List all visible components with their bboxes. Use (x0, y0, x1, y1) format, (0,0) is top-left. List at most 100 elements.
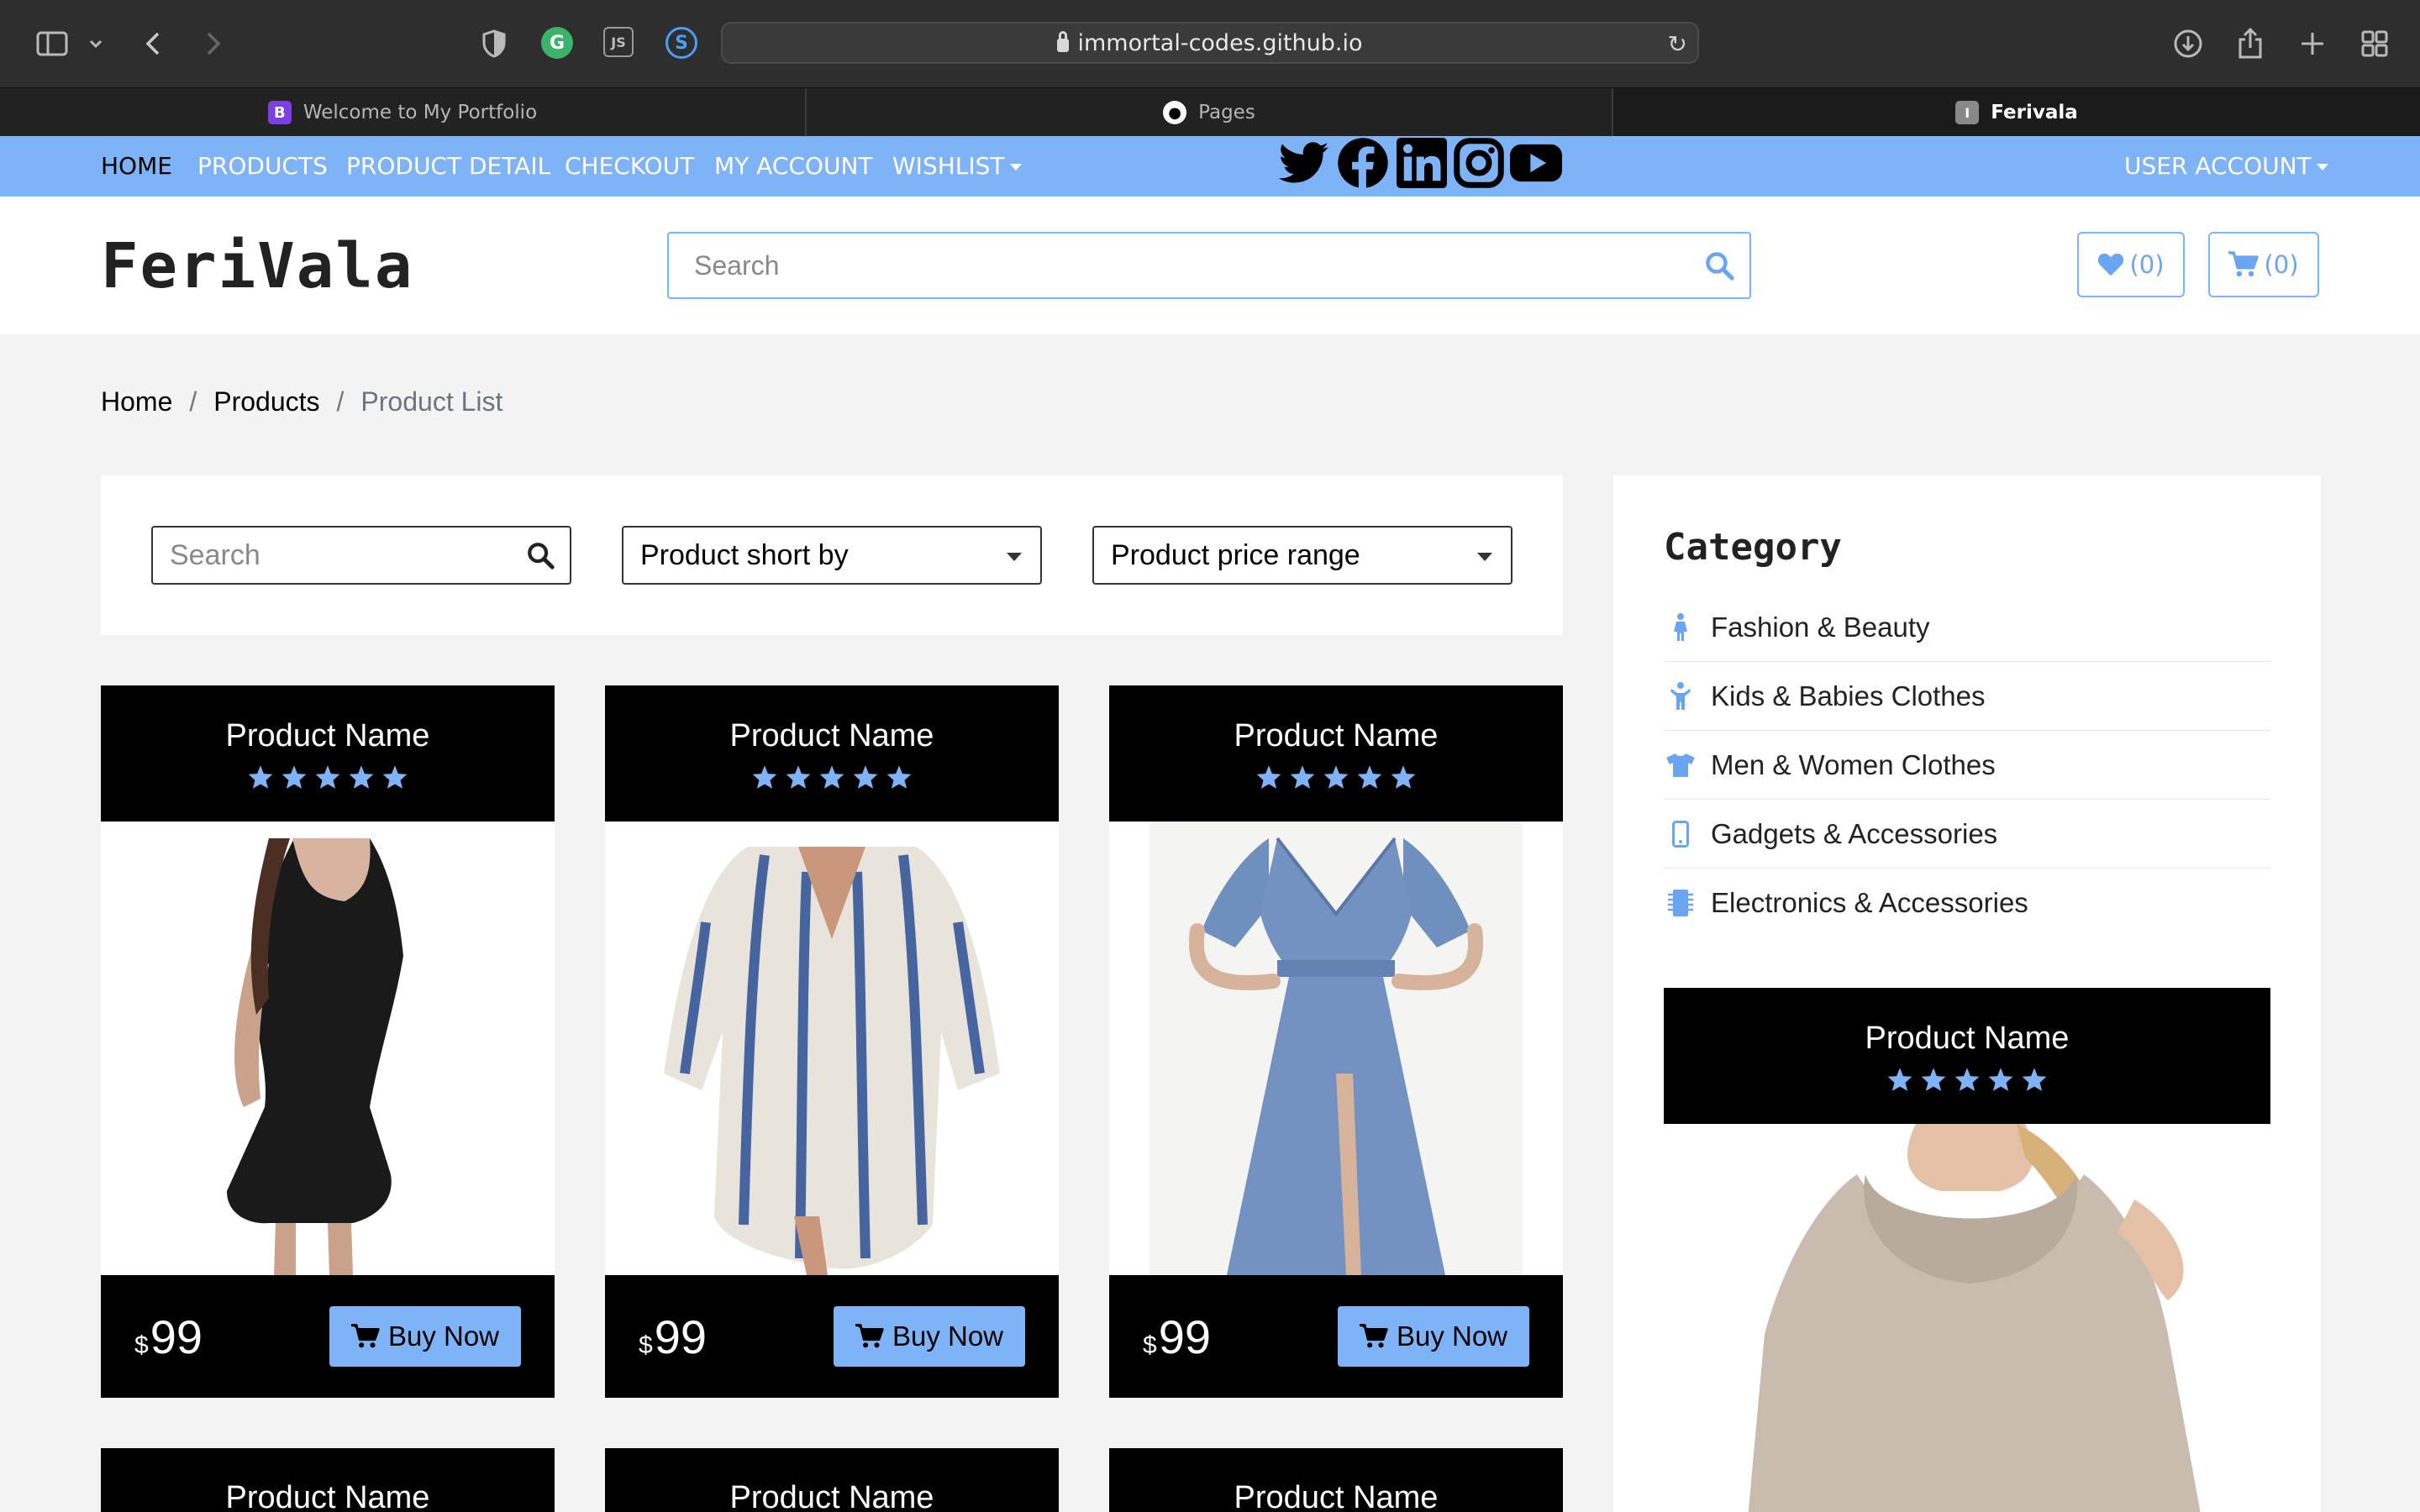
product-search-box[interactable]: Search (151, 526, 571, 585)
nav-product-detail[interactable]: PRODUCT DETAIL (346, 136, 550, 197)
caret-down-icon (1477, 553, 1492, 561)
product-name[interactable]: Product Name (1865, 1021, 2070, 1057)
js-icon[interactable]: JS (603, 27, 634, 57)
nav-user-account[interactable]: USER ACCOUNT (2124, 136, 2328, 197)
star-icon (886, 764, 912, 789)
tab-portfolio[interactable]: B Welcome to My Portfolio (0, 88, 807, 137)
product-card: Product Name (1109, 1448, 1563, 1512)
lock-icon (1057, 31, 1070, 52)
url-text: immortal-codes.github.io (1077, 29, 1363, 56)
tab-overview-icon[interactable] (2356, 25, 2393, 62)
category-title: Category (1664, 526, 1842, 569)
forward-icon[interactable] (195, 25, 232, 62)
download-icon[interactable] (2170, 25, 2207, 62)
grammarly-icon[interactable]: G (541, 27, 573, 59)
price-range-select[interactable]: Product price range (1092, 526, 1512, 585)
product-card-footer: $99 Buy Now (605, 1275, 1059, 1398)
buy-now-button[interactable]: Buy Now (834, 1306, 1025, 1367)
nav-home[interactable]: HOME (101, 136, 172, 197)
product-name[interactable]: Product Name (730, 1480, 934, 1512)
product-name[interactable]: Product Name (226, 718, 430, 754)
main-search-input[interactable] (669, 234, 1660, 297)
product-image[interactable] (1109, 822, 1563, 1275)
buy-now-label: Buy Now (1396, 1320, 1508, 1352)
product-image[interactable] (101, 822, 555, 1275)
linkedin-icon[interactable] (1395, 134, 1449, 192)
star-icon (315, 764, 340, 789)
instagram-icon[interactable] (1452, 134, 1506, 192)
breadcrumb-current: Product List (360, 386, 503, 417)
star-icon (382, 764, 408, 789)
product-name[interactable]: Product Name (1234, 718, 1439, 754)
caret-down-icon (2316, 164, 2328, 171)
back-icon[interactable] (134, 25, 171, 62)
category-label: Gadgets & Accessories (1711, 817, 1998, 849)
wishlist-button[interactable]: (0) (2077, 232, 2185, 297)
buy-now-button[interactable]: Buy Now (1338, 1306, 1529, 1367)
reload-icon[interactable]: ↻ (1668, 30, 1687, 58)
tab-pages[interactable]: ● Pages (807, 88, 1613, 137)
twitter-icon[interactable] (1277, 134, 1331, 192)
star-rating (1886, 1067, 2048, 1092)
featured-product-card: Product Name (1664, 988, 2270, 1512)
buy-now-label: Buy Now (892, 1320, 1004, 1352)
nav-wishlist[interactable]: WISHLIST (892, 136, 1022, 197)
facebook-icon[interactable] (1336, 134, 1390, 192)
sort-select[interactable]: Product short by (622, 526, 1042, 585)
product-image[interactable] (605, 822, 1059, 1275)
star-icon (1290, 764, 1315, 789)
category-label: Fashion & Beauty (1711, 611, 1930, 643)
category-electronics[interactable]: Electronics & Accessories (1664, 869, 2270, 937)
currency-symbol: $ (134, 1331, 149, 1359)
tab-bar: B Welcome to My Portfolio ● Pages I Feri… (0, 87, 2420, 137)
star-icon (1256, 764, 1281, 789)
star-icon (786, 764, 811, 789)
star-icon (281, 764, 307, 789)
category-gadgets[interactable]: Gadgets & Accessories (1664, 800, 2270, 869)
category-label: Kids & Babies Clothes (1711, 680, 1986, 711)
tab-ferivala[interactable]: I Ferivala (1613, 88, 2420, 137)
site-logo[interactable]: FeriVala (101, 230, 413, 302)
product-card-header: Product Name (1109, 685, 1563, 822)
star-rating (751, 764, 913, 790)
price-value: 99 (1158, 1310, 1211, 1363)
shield-icon[interactable] (476, 25, 513, 62)
category-kids-babies[interactable]: Kids & Babies Clothes (1664, 662, 2270, 731)
search-icon[interactable] (1704, 250, 1734, 284)
category-label: Men & Women Clothes (1711, 748, 1996, 780)
nav-products[interactable]: PRODUCTS (197, 136, 328, 197)
product-name[interactable]: Product Name (226, 1480, 430, 1512)
nav-my-account[interactable]: MY ACCOUNT (714, 136, 873, 197)
site-header: FeriVala (0) (0) (0, 197, 2420, 334)
product-name[interactable]: Product Name (1234, 1480, 1439, 1512)
category-men-women[interactable]: Men & Women Clothes (1664, 731, 2270, 800)
search-icon[interactable] (526, 541, 555, 577)
star-icon (1988, 1067, 2013, 1091)
new-tab-icon[interactable] (2294, 25, 2331, 62)
product-price: $99 (1143, 1310, 1211, 1364)
product-image[interactable] (1664, 1124, 2270, 1512)
youtube-icon[interactable] (1509, 134, 1563, 192)
s-icon[interactable]: S (666, 27, 697, 59)
browser-toolbar: G JS S immortal-codes.github.io ↻ (0, 0, 2420, 87)
product-card: Product Name $99 Buy Now (605, 685, 1059, 1398)
star-icon (752, 764, 777, 789)
product-search-placeholder: Search (170, 538, 260, 571)
cart-icon (1359, 1324, 1388, 1348)
star-icon (1921, 1067, 1946, 1091)
sidebar-toggle-icon[interactable] (34, 25, 71, 62)
breadcrumb-products[interactable]: Products (213, 386, 319, 417)
nav-checkout[interactable]: CHECKOUT (565, 136, 694, 197)
product-name[interactable]: Product Name (730, 718, 934, 754)
star-icon (2022, 1067, 2047, 1091)
category-fashion-beauty[interactable]: Fashion & Beauty (1664, 593, 2270, 662)
tshirt-icon (1664, 753, 1697, 778)
star-icon (1887, 1067, 1912, 1091)
share-icon[interactable] (2232, 25, 2269, 62)
address-bar[interactable]: immortal-codes.github.io ↻ (721, 22, 1699, 64)
breadcrumb: Home / Products / Product List (101, 386, 502, 417)
cart-button[interactable]: (0) (2208, 232, 2319, 297)
breadcrumb-home[interactable]: Home (101, 386, 172, 417)
chevron-down-icon[interactable] (77, 25, 114, 62)
buy-now-button[interactable]: Buy Now (329, 1306, 521, 1367)
